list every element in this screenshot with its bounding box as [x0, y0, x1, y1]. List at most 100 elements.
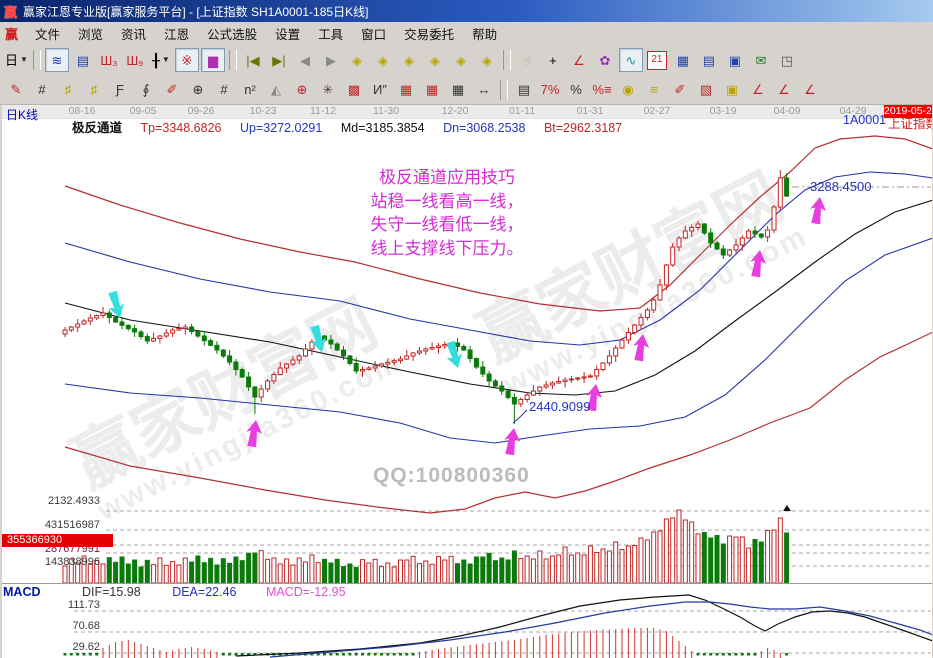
candle-body: [759, 234, 763, 237]
volume-bar: [462, 560, 466, 583]
gann-diamond-5-icon[interactable]: ◈: [449, 48, 473, 72]
menu-浏览[interactable]: 浏览: [69, 21, 112, 46]
volume-bar: [614, 542, 618, 583]
volume-bar: [544, 559, 548, 583]
gann-diamond-3-icon[interactable]: ◈: [397, 48, 421, 72]
macd-hist-negative: [374, 653, 377, 656]
menu-设置[interactable]: 设置: [266, 21, 309, 46]
width-measure-icon[interactable]: ↔: [472, 78, 496, 102]
macd-hist-negative: [405, 653, 408, 656]
percent-icon[interactable]: %: [564, 78, 588, 102]
percent-lines-icon[interactable]: %≡: [590, 78, 614, 102]
candle-body: [335, 344, 339, 350]
first-page-icon[interactable]: |◀: [241, 48, 265, 72]
crosshair-icon[interactable]: +: [541, 48, 565, 72]
menu-资讯[interactable]: 资讯: [112, 21, 155, 46]
drag-hand-icon[interactable]: ☝: [515, 48, 539, 72]
pencil-rocket-icon[interactable]: ✎: [4, 78, 28, 102]
menu-窗口[interactable]: 窗口: [352, 21, 395, 46]
candle-body: [354, 364, 358, 372]
macd-name[interactable]: MACD: [3, 585, 41, 599]
toolbar-separator: [503, 50, 511, 70]
brush-icon[interactable]: ✐: [160, 78, 184, 102]
macd-hist-negative: [64, 653, 67, 656]
angle-measure-icon[interactable]: ∠: [567, 48, 591, 72]
buy-arrow-icon: [748, 249, 768, 278]
shen-grid-icon[interactable]: ▦: [394, 78, 418, 102]
menu-文件[interactable]: 文件: [26, 21, 69, 46]
color-bars-icon[interactable]: ▆: [201, 48, 225, 72]
menu-江恩[interactable]: 江恩: [155, 21, 198, 46]
macd-dea-line: [270, 602, 933, 657]
extra-angle-icon[interactable]: ∠: [798, 78, 822, 102]
spiral-5-icon[interactable]: ∮: [134, 78, 158, 102]
candle-style-icon[interactable]: ╂▼: [149, 48, 173, 72]
gann-diamond-6-icon[interactable]: ◈: [475, 48, 499, 72]
candle-body: [474, 359, 478, 368]
macd-hist-negative: [348, 653, 351, 656]
candle-body: [620, 340, 624, 348]
ying-grid-icon[interactable]: ▦: [420, 78, 444, 102]
next-page-icon[interactable]: ▶: [319, 48, 343, 72]
menu-公式选股[interactable]: 公式选股: [198, 21, 266, 46]
an-grid-icon[interactable]: ▧: [694, 78, 718, 102]
candle-body: [278, 368, 282, 375]
delivery-icon[interactable]: ◳: [775, 48, 799, 72]
notes-icon[interactable]: ▤: [697, 48, 721, 72]
ruler-hash-icon[interactable]: #: [212, 78, 236, 102]
bars-3-icon[interactable]: Ш₃: [97, 48, 121, 72]
gold-scale-2-icon[interactable]: ♯: [82, 78, 106, 102]
indicator-bt: Bt=2962.3187: [544, 121, 622, 135]
gann-diamond-4-icon[interactable]: ◈: [423, 48, 447, 72]
angle-flag-icon[interactable]: ◭: [264, 78, 288, 102]
jifan-figure-icon[interactable]: ※: [175, 48, 199, 72]
percent-7-icon[interactable]: 7%: [538, 78, 562, 102]
jifan-channel-icon[interactable]: ≋: [45, 48, 69, 72]
num-grid-icon[interactable]: ▦: [446, 78, 470, 102]
flag-pen-icon[interactable]: ✐: [668, 78, 692, 102]
gann-scale-icon[interactable]: #: [30, 78, 54, 102]
k-prime-icon[interactable]: И″: [368, 78, 392, 102]
symbol-name[interactable]: 上证指数: [888, 113, 933, 132]
macd-scale-label: 29.62: [4, 641, 100, 653]
time-cycle-icon[interactable]: ⊕: [186, 78, 210, 102]
bars-9-icon[interactable]: Ш₉: [123, 48, 147, 72]
n-square-icon[interactable]: n²: [238, 78, 262, 102]
gann-diamond-1-icon[interactable]: ◈: [345, 48, 369, 72]
gold-circle-icon[interactable]: ◉: [616, 78, 640, 102]
gann-diamond-2-icon[interactable]: ◈: [371, 48, 395, 72]
wave-tool-icon[interactable]: ∿: [619, 48, 643, 72]
stat-list-icon[interactable]: ▤: [512, 78, 536, 102]
candle-body: [557, 382, 561, 384]
info-panel-icon[interactable]: ▤: [71, 48, 95, 72]
f-angle-icon[interactable]: ∠: [772, 78, 796, 102]
save-icon[interactable]: ▣: [723, 48, 747, 72]
star-spiral-icon[interactable]: ✳: [316, 78, 340, 102]
gold-lines-icon[interactable]: ≡: [642, 78, 666, 102]
volume-bar: [259, 551, 263, 583]
volume-bar: [120, 557, 124, 583]
indicator-name[interactable]: 极反通道: [72, 121, 122, 135]
calculator-icon[interactable]: ▦: [671, 48, 695, 72]
symbol-code[interactable]: 1A0001: [843, 113, 886, 127]
gold-scale-1-icon[interactable]: ♯: [56, 78, 80, 102]
compass-flower-icon[interactable]: ✿: [593, 48, 617, 72]
fib-f-icon[interactable]: Ƒ: [108, 78, 132, 102]
red-grid-icon[interactable]: ▩: [342, 78, 366, 102]
pane-label-daily-k[interactable]: 日K线: [6, 106, 38, 123]
menu-交易委托[interactable]: 交易委托: [395, 21, 463, 46]
menu-帮助[interactable]: 帮助: [463, 21, 506, 46]
menu-工具[interactable]: 工具: [309, 21, 352, 46]
gold-box-icon[interactable]: ▣: [720, 78, 744, 102]
calendar-21-icon[interactable]: 21: [647, 51, 667, 70]
candle-body: [626, 333, 630, 341]
send-mail-icon[interactable]: ✉: [749, 48, 773, 72]
last-page-icon[interactable]: ▶|: [267, 48, 291, 72]
target-circle-icon[interactable]: ⊕: [290, 78, 314, 102]
date-tick: 01-31: [577, 105, 604, 117]
period-day-icon[interactable]: 日▼: [4, 48, 29, 72]
prev-page-icon[interactable]: ◀: [293, 48, 317, 72]
title-bar[interactable]: 赢 赢家江恩专业版[赢家服务平台] - [上证指数 SH1A0001-185日K…: [0, 0, 933, 22]
volume-bar: [481, 557, 485, 583]
j-angle-icon[interactable]: ∠: [746, 78, 770, 102]
